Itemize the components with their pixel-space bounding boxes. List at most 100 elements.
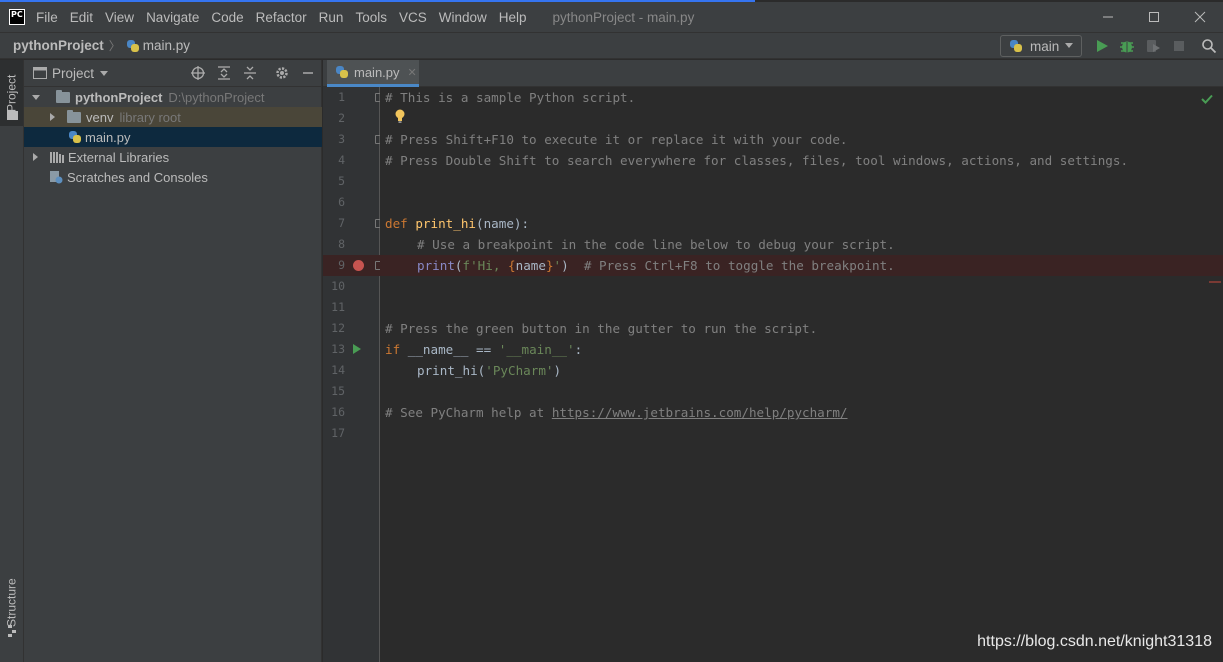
debug-icon[interactable] bbox=[1119, 38, 1135, 54]
tree-item-external-libraries[interactable]: External Libraries bbox=[24, 147, 322, 167]
watermark-text: https://blog.csdn.net/knight31318 bbox=[977, 633, 1212, 650]
code-line-14: print_hi('PyCharm') bbox=[417, 363, 562, 378]
line-number: 2 bbox=[338, 111, 345, 125]
close-button[interactable] bbox=[1177, 2, 1223, 32]
close-tab-icon[interactable]: ✕ bbox=[408, 66, 417, 79]
project-view-icon bbox=[33, 67, 47, 79]
menu-run[interactable]: Run bbox=[319, 10, 344, 25]
tree-item-hint: D:\pythonProject bbox=[168, 89, 265, 105]
tree-item-label: External Libraries bbox=[68, 149, 170, 165]
tree-item-scratches[interactable]: Scratches and Consoles bbox=[24, 167, 322, 187]
maximize-button[interactable] bbox=[1131, 2, 1177, 32]
minimize-button[interactable] bbox=[1085, 2, 1131, 32]
menu-window[interactable]: Window bbox=[439, 10, 487, 25]
tab-main-py[interactable]: main.py ✕ bbox=[327, 60, 419, 87]
window-title: pythonProject - main.py bbox=[552, 9, 695, 25]
editor-tab-bar: main.py ✕ bbox=[323, 60, 1223, 87]
run-gutter-icon[interactable] bbox=[353, 344, 361, 354]
code-line-9: print(f'Hi, {name}') # Press Ctrl+F8 to … bbox=[417, 258, 895, 273]
error-stripe-mark[interactable] bbox=[1209, 281, 1221, 283]
menu-navigate[interactable]: Navigate bbox=[146, 10, 199, 25]
no-problems-check-icon[interactable] bbox=[1201, 93, 1213, 105]
tree-item-label: pythonProject bbox=[75, 89, 163, 105]
chevron-down-icon bbox=[1065, 43, 1073, 48]
menu-refactor[interactable]: Refactor bbox=[256, 10, 307, 25]
python-icon bbox=[1009, 39, 1023, 53]
breadcrumb-file[interactable]: main.py bbox=[143, 38, 190, 53]
tree-item-label: Scratches and Consoles bbox=[67, 169, 208, 185]
collapse-all-icon[interactable] bbox=[242, 65, 258, 81]
chevron-down-icon[interactable] bbox=[32, 94, 40, 100]
locate-file-icon[interactable] bbox=[190, 65, 206, 81]
line-number: 7 bbox=[338, 216, 345, 230]
line-number: 12 bbox=[331, 321, 345, 335]
menu-tools[interactable]: Tools bbox=[355, 10, 387, 25]
run-with-coverage-icon[interactable] bbox=[1145, 38, 1161, 54]
menu-edit[interactable]: Edit bbox=[70, 10, 93, 25]
gear-icon[interactable] bbox=[274, 65, 290, 81]
scratches-icon bbox=[50, 171, 63, 184]
tree-item-venv[interactable]: venv library root bbox=[24, 107, 322, 127]
code-line-7: def print_hi(name): bbox=[385, 216, 530, 231]
code-line-16: # See PyCharm help at https://www.jetbra… bbox=[385, 405, 848, 420]
chevron-right-icon[interactable] bbox=[50, 113, 55, 121]
line-number: 5 bbox=[338, 174, 345, 188]
search-icon[interactable] bbox=[1201, 38, 1217, 54]
menu-help[interactable]: Help bbox=[499, 10, 527, 25]
lightbulb-icon[interactable] bbox=[395, 109, 405, 123]
code-line-1: # This is a sample Python script. bbox=[385, 90, 636, 105]
line-number: 11 bbox=[331, 300, 345, 314]
libraries-icon bbox=[50, 152, 64, 163]
project-tool-tab-label: Project bbox=[4, 74, 19, 112]
menu-code[interactable]: Code bbox=[211, 10, 243, 25]
code-line-3: # Press Shift+F10 to execute it or repla… bbox=[385, 132, 848, 147]
line-number: 13 bbox=[331, 342, 345, 356]
line-number: 10 bbox=[331, 279, 345, 293]
breakpoint-icon[interactable] bbox=[353, 260, 364, 271]
hide-panel-icon[interactable] bbox=[300, 65, 316, 81]
folder-icon bbox=[67, 109, 81, 123]
run-config-selector[interactable]: main bbox=[1000, 35, 1082, 57]
tree-item-main-py[interactable]: main.py bbox=[24, 127, 322, 147]
line-number: 4 bbox=[338, 153, 345, 167]
editor-gutter[interactable]: 1 2 3 4 5 6 7 8 9 10 11 12 13 14 15 16 1… bbox=[323, 87, 384, 662]
line-number: 15 bbox=[331, 384, 345, 398]
run-config-label: main bbox=[1030, 38, 1060, 54]
menu-view[interactable]: View bbox=[105, 10, 134, 25]
tab-label: main.py bbox=[354, 64, 400, 80]
stop-icon[interactable] bbox=[1171, 38, 1187, 54]
window-controls bbox=[1085, 2, 1223, 32]
menu-file[interactable]: File bbox=[36, 10, 58, 25]
help-link[interactable]: https://www.jetbrains.com/help/pycharm/ bbox=[552, 405, 848, 420]
python-file-icon bbox=[335, 65, 349, 79]
menu-bar: PC File Edit View Navigate Code Refactor… bbox=[0, 2, 1223, 32]
navigation-bar: pythonProject 〉 main.py main bbox=[0, 32, 1223, 59]
breadcrumb-separator-icon: 〉 bbox=[108, 39, 121, 53]
code-line-4: # Press Double Shift to search everywher… bbox=[385, 153, 1129, 168]
line-number: 16 bbox=[331, 405, 345, 419]
project-panel-title[interactable]: Project bbox=[52, 66, 94, 81]
chevron-down-icon[interactable] bbox=[100, 70, 109, 76]
expand-all-icon[interactable] bbox=[216, 65, 232, 81]
project-panel-header: Project bbox=[24, 60, 321, 87]
python-file-icon bbox=[68, 130, 82, 144]
menu-vcs[interactable]: VCS bbox=[399, 10, 427, 25]
line-number: 14 bbox=[331, 363, 345, 377]
structure-icon bbox=[8, 625, 16, 637]
breadcrumb-project[interactable]: pythonProject bbox=[13, 38, 104, 53]
code-line-12: # Press the green button in the gutter t… bbox=[385, 321, 818, 336]
folder-icon bbox=[7, 111, 18, 120]
run-icon[interactable] bbox=[1094, 38, 1110, 54]
tree-item-label: venv bbox=[86, 109, 114, 125]
close-icon bbox=[1194, 11, 1206, 23]
code-editor[interactable]: # This is a sample Python script. # Pres… bbox=[380, 87, 1223, 662]
python-file-icon bbox=[126, 39, 140, 53]
structure-tool-tab-label: Structure bbox=[4, 578, 19, 628]
line-number: 8 bbox=[338, 237, 345, 251]
folder-icon bbox=[56, 89, 70, 103]
tree-item-hint: library root bbox=[119, 109, 181, 125]
chevron-right-icon[interactable] bbox=[33, 153, 38, 161]
code-line-13: if __name__ == '__main__': bbox=[385, 342, 583, 357]
tree-item-project-root[interactable]: pythonProject D:\pythonProject bbox=[24, 87, 322, 107]
line-number: 17 bbox=[331, 426, 345, 440]
